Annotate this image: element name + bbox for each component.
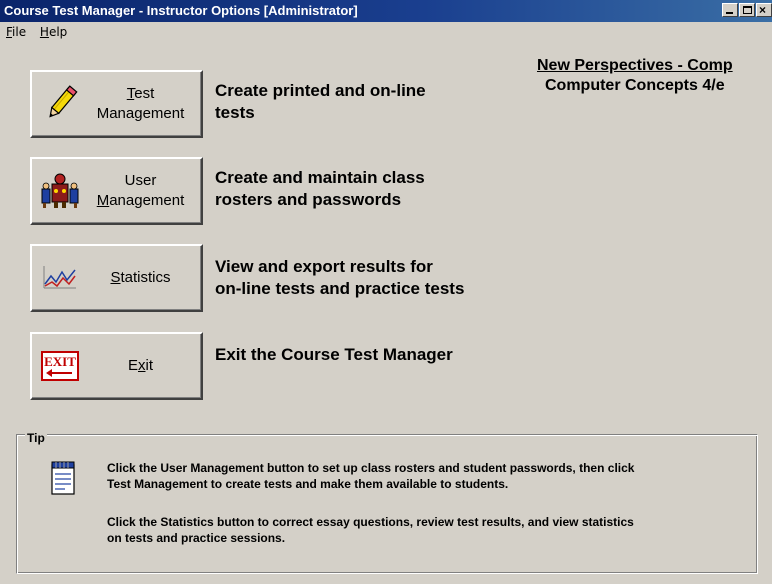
- minimize-button[interactable]: [722, 3, 738, 17]
- app-window: Course Test Manager - Instructor Options…: [0, 0, 772, 584]
- test-management-description: Create printed and on-line tests: [215, 81, 426, 122]
- minimize-icon: [726, 12, 733, 14]
- user-management-description: Create and maintain class rosters and pa…: [215, 168, 425, 209]
- users-icon: [41, 173, 79, 208]
- user-management-label: User Management: [96, 172, 185, 209]
- book-subtitle: Computer Concepts 4/e: [545, 77, 725, 94]
- menu-bar: File Help: [0, 22, 772, 42]
- title-bar[interactable]: Course Test Manager - Instructor Options…: [0, 0, 772, 22]
- window-controls: ×: [721, 3, 772, 19]
- notepad-icon: [51, 461, 75, 495]
- svg-text:EXIT: EXIT: [44, 354, 76, 369]
- tip-paragraph: Click the Statistics button to correct e…: [107, 515, 634, 545]
- exit-sign-icon: EXIT: [41, 351, 79, 381]
- line-graph-icon: [43, 266, 76, 289]
- close-icon: ×: [759, 3, 767, 17]
- user-management-button[interactable]: User Management: [30, 157, 203, 225]
- tip-legend: Tip: [25, 431, 47, 445]
- window-title: Course Test Manager - Instructor Options…: [4, 3, 358, 18]
- exit-description: Exit the Course Test Manager: [215, 345, 453, 364]
- statistics-button[interactable]: Statistics: [30, 244, 203, 312]
- maximize-icon: [743, 6, 752, 14]
- tip-groupbox: Tip Click the User Management button to …: [16, 431, 758, 574]
- menu-help[interactable]: Help: [40, 22, 67, 42]
- test-management-label: Test Management: [96, 85, 185, 122]
- pencil-icon: [49, 85, 78, 118]
- book-title: New Perspectives - Comp: [537, 57, 733, 74]
- menu-file[interactable]: File: [6, 22, 26, 42]
- statistics-description: View and export results for on-line test…: [215, 257, 465, 298]
- statistics-label: Statistics: [110, 269, 171, 286]
- maximize-button[interactable]: [739, 3, 755, 17]
- close-button[interactable]: ×: [756, 3, 772, 17]
- exit-button[interactable]: EXIT Exit: [30, 332, 203, 400]
- test-management-button[interactable]: Test Management: [30, 70, 203, 138]
- exit-label: Exit: [127, 357, 153, 374]
- tip-paragraph: Click the User Management button to set …: [107, 461, 635, 491]
